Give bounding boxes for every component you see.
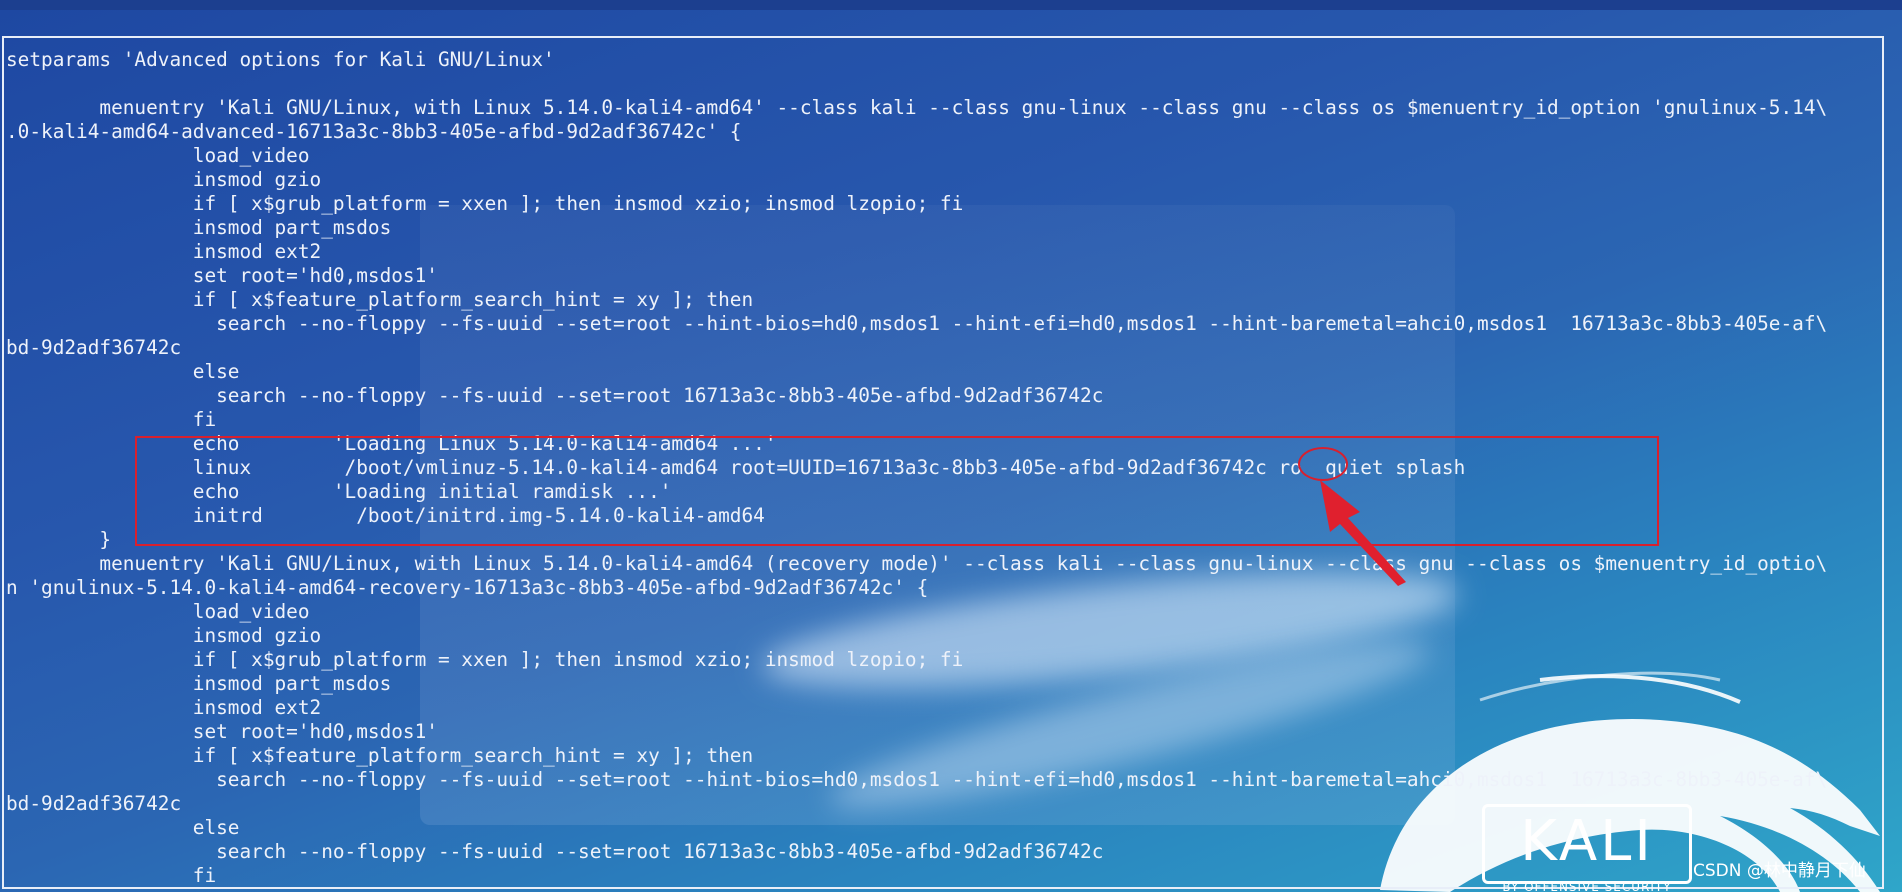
csdn-watermark: CSDN @林中静月下仙 (1693, 861, 1866, 881)
kali-logo-tagline: BY OFFENSIVE SECURITY (1502, 880, 1672, 892)
kali-logo: KALI (1482, 804, 1692, 884)
grub-editor-screen: setparams 'Advanced options for Kali GNU… (0, 0, 1902, 892)
red-arrow-icon (1320, 480, 1406, 586)
highlight-box (135, 436, 1659, 546)
top-bar (0, 0, 1902, 10)
ro-highlight-circle (1298, 447, 1348, 481)
kali-logo-text: KALI (1520, 809, 1654, 874)
